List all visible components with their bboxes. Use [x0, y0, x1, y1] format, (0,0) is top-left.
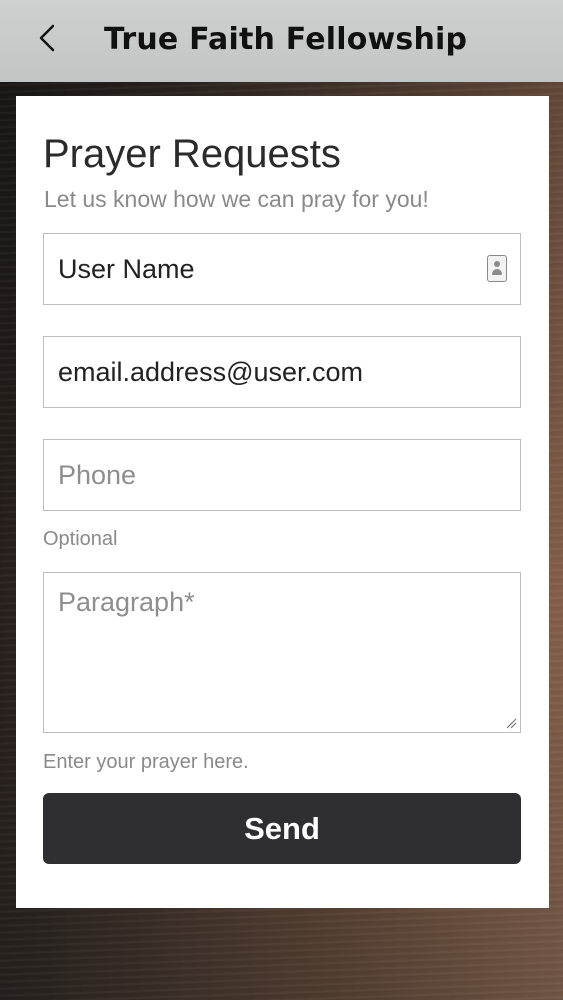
paragraph-field[interactable] [43, 572, 521, 733]
form-subtitle: Let us know how we can pray for you! [44, 186, 429, 212]
resize-handle-icon[interactable] [505, 717, 517, 729]
email-field[interactable] [43, 336, 521, 408]
back-button[interactable] [32, 18, 62, 58]
prayer-request-form: Prayer Requests Let us know how we can p… [16, 96, 549, 908]
paragraph-hint: Enter your prayer here. [43, 751, 249, 773]
phone-input[interactable] [58, 459, 520, 491]
name-input[interactable] [58, 253, 520, 285]
email-input[interactable] [58, 356, 520, 388]
form-title: Prayer Requests [43, 132, 341, 176]
paragraph-input[interactable] [44, 573, 520, 732]
name-field[interactable] [43, 233, 521, 305]
app-title: True Faith Fellowship [104, 22, 468, 57]
phone-hint: Optional [43, 528, 118, 550]
phone-field[interactable] [43, 439, 521, 511]
send-button[interactable]: Send [43, 793, 521, 864]
contact-card-icon[interactable] [487, 255, 507, 282]
app-header: True Faith Fellowship [0, 0, 563, 82]
chevron-left-icon [39, 24, 55, 52]
